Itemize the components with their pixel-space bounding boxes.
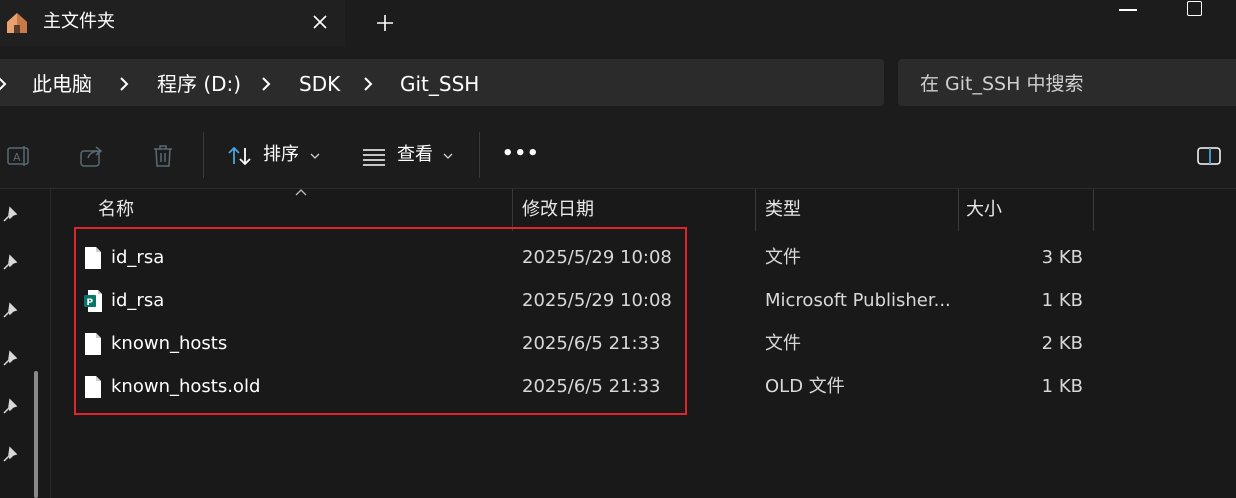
- minimize-icon[interactable]: [1119, 9, 1137, 11]
- chevron-right-icon[interactable]: [118, 75, 130, 93]
- file-list: 名称 修改日期 类型 大小 id_rsa 2025/5/29 10:08 文件 …: [51, 189, 1236, 498]
- chevron-right-icon[interactable]: [260, 75, 272, 93]
- search-input[interactable]: [918, 71, 1222, 97]
- file-size: 1 KB: [1041, 376, 1083, 397]
- sort-icon[interactable]: [226, 142, 254, 170]
- command-bar: A 排序 查看 •••: [0, 122, 1236, 189]
- toolbar-divider: [479, 132, 480, 178]
- file-icon: [85, 376, 101, 398]
- pin-icon[interactable]: [1, 254, 19, 272]
- maximize-icon[interactable]: [1187, 1, 1202, 16]
- plus-icon[interactable]: [373, 11, 397, 35]
- file-name: known_hosts.old: [111, 376, 261, 397]
- chevron-right-icon: [0, 77, 7, 91]
- delete-icon[interactable]: [149, 142, 177, 170]
- more-options-button[interactable]: •••: [502, 143, 540, 165]
- publisher-file-icon: P: [84, 290, 102, 312]
- chevron-right-icon[interactable]: [362, 75, 374, 93]
- file-size: 3 KB: [1041, 247, 1083, 268]
- breadcrumb-git-ssh[interactable]: Git_SSH: [400, 72, 479, 96]
- toolbar-divider: [203, 132, 204, 178]
- column-divider[interactable]: [958, 189, 959, 231]
- tab-title: 主文件夹: [43, 11, 115, 32]
- pin-icon[interactable]: [1, 350, 19, 368]
- file-type: Microsoft Publisher...: [765, 290, 951, 311]
- file-name: id_rsa: [111, 247, 165, 268]
- column-header-name[interactable]: 名称: [98, 189, 134, 231]
- file-row[interactable]: id_rsa 2025/5/29 10:08 文件 3 KB: [51, 236, 1236, 279]
- rename-icon[interactable]: A: [5, 142, 33, 170]
- view-button[interactable]: 查看: [397, 144, 433, 166]
- file-modified: 2025/5/29 10:08: [522, 247, 672, 268]
- pin-icon[interactable]: [1, 206, 19, 224]
- chevron-down-icon[interactable]: [443, 152, 453, 160]
- sort-button[interactable]: 排序: [263, 144, 299, 166]
- file-size: 2 KB: [1041, 333, 1083, 354]
- file-row[interactable]: known_hosts 2025/6/5 21:33 文件 2 KB: [51, 322, 1236, 365]
- file-icon: [85, 247, 101, 269]
- sort-ascending-icon: [295, 189, 307, 196]
- column-header-type[interactable]: 类型: [765, 189, 801, 231]
- column-divider[interactable]: [1093, 189, 1094, 231]
- breadcrumb-this-pc[interactable]: 此电脑: [32, 72, 92, 96]
- share-icon[interactable]: [78, 142, 106, 170]
- pin-icon[interactable]: [1, 446, 19, 464]
- close-icon[interactable]: [310, 12, 330, 32]
- file-name: known_hosts: [111, 333, 228, 354]
- column-header-size[interactable]: 大小: [966, 189, 1002, 231]
- file-modified: 2025/5/29 10:08: [522, 290, 672, 311]
- pin-icon[interactable]: [1, 302, 19, 320]
- details-pane-icon[interactable]: [1196, 142, 1224, 170]
- file-name: id_rsa: [111, 290, 165, 311]
- chevron-down-icon[interactable]: [310, 152, 320, 160]
- breadcrumb-drive-d[interactable]: 程序 (D:): [157, 72, 241, 96]
- file-size: 1 KB: [1041, 290, 1083, 311]
- column-divider[interactable]: [755, 189, 756, 231]
- file-type: 文件: [765, 247, 801, 268]
- file-type: 文件: [765, 333, 801, 354]
- svg-text:P: P: [87, 298, 94, 308]
- file-modified: 2025/6/5 21:33: [522, 376, 661, 397]
- home-icon: [7, 13, 27, 33]
- title-bar: 主文件夹: [0, 0, 1236, 46]
- navigation-pane: [0, 189, 51, 498]
- file-row[interactable]: known_hosts.old 2025/6/5 21:33 OLD 文件 1 …: [51, 365, 1236, 408]
- view-icon[interactable]: [360, 142, 388, 170]
- file-type: OLD 文件: [765, 376, 845, 397]
- pin-icon[interactable]: [1, 398, 19, 416]
- nav-scrollbar[interactable]: [34, 371, 38, 498]
- file-row[interactable]: P id_rsa 2025/5/29 10:08 Microsoft Publi…: [51, 279, 1236, 322]
- column-header-modified[interactable]: 修改日期: [522, 189, 594, 231]
- search-box[interactable]: [898, 59, 1236, 106]
- breadcrumb[interactable]: 此电脑 程序 (D:) SDK Git_SSH: [0, 59, 884, 106]
- svg-text:A: A: [13, 151, 21, 164]
- file-modified: 2025/6/5 21:33: [522, 333, 661, 354]
- column-divider[interactable]: [512, 189, 513, 231]
- file-icon: [85, 333, 101, 355]
- tab-home-folder[interactable]: 主文件夹: [0, 0, 345, 46]
- address-row: 此电脑 程序 (D:) SDK Git_SSH: [0, 46, 1236, 122]
- breadcrumb-sdk[interactable]: SDK: [299, 72, 340, 96]
